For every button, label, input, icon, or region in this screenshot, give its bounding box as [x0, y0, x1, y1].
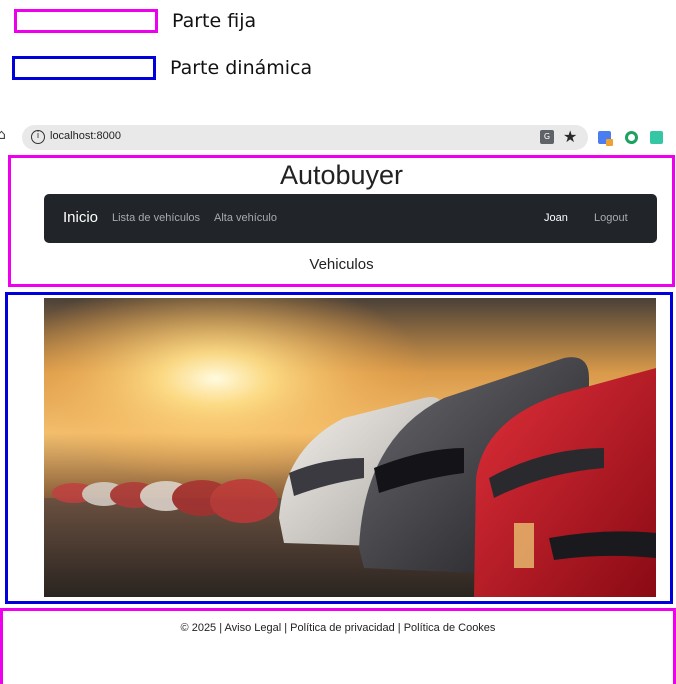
- navbar: Inicio Lista de vehículos Alta vehículo …: [44, 194, 657, 243]
- url-text[interactable]: localhost:8000: [50, 130, 121, 142]
- section-title: Vehiculos: [309, 256, 374, 273]
- hero-image: [44, 298, 656, 597]
- star-icon[interactable]: ★: [563, 127, 577, 146]
- extension-icon[interactable]: [650, 131, 663, 144]
- nav-logout-link[interactable]: Logout: [594, 212, 628, 224]
- dynamic-content-region: [5, 292, 673, 604]
- legend-fixed-label: Parte fija: [172, 10, 257, 32]
- nav-user-name[interactable]: Joan: [544, 212, 568, 224]
- grammarly-icon[interactable]: [625, 131, 638, 144]
- site-title: Autobuyer: [279, 160, 404, 190]
- nav-link-lista-vehiculos[interactable]: Lista de vehículos: [112, 212, 200, 224]
- fixed-footer-region: © 2025 | Aviso Legal | Política de priva…: [0, 608, 676, 684]
- translate-icon[interactable]: G: [540, 130, 554, 144]
- browser-toolbar: ⌂ i localhost:8000 G ★: [0, 122, 676, 152]
- address-bar[interactable]: i localhost:8000 G ★: [22, 125, 588, 150]
- legend-dynamic: Parte dinámica: [12, 56, 312, 80]
- info-icon[interactable]: i: [31, 130, 45, 144]
- extension-icon[interactable]: [598, 131, 613, 146]
- home-icon[interactable]: ⌂: [0, 127, 13, 145]
- legend-fixed-swatch: [14, 9, 158, 33]
- nav-brand-inicio[interactable]: Inicio: [63, 209, 98, 226]
- legend-dynamic-swatch: [12, 56, 156, 80]
- legend-fixed: Parte fija: [14, 9, 256, 33]
- legend-dynamic-label: Parte dinámica: [170, 57, 313, 79]
- fixed-header-region: Autobuyer Inicio Lista de vehículos Alta…: [8, 155, 675, 287]
- footer-links[interactable]: © 2025 | Aviso Legal | Política de priva…: [3, 622, 673, 634]
- nav-link-alta-vehiculo[interactable]: Alta vehículo: [214, 212, 277, 224]
